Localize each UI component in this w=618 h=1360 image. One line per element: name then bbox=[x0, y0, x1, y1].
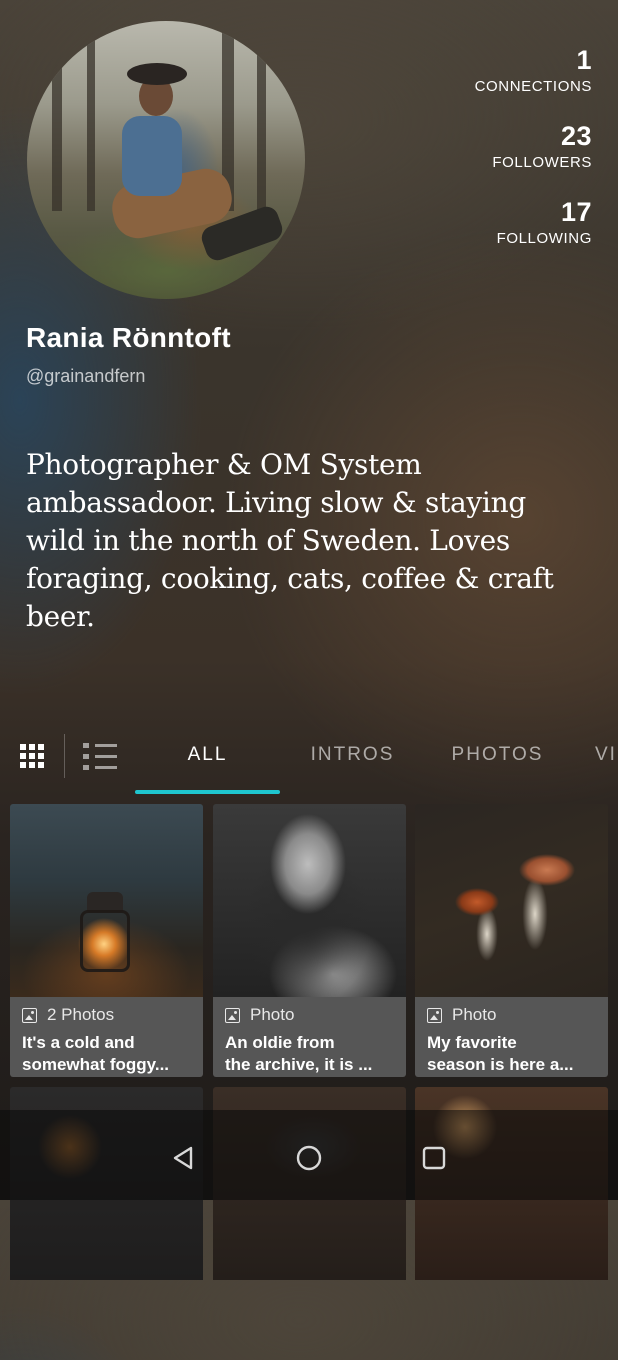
stat-label: FOLLOWERS bbox=[492, 154, 592, 171]
avatar-tree bbox=[87, 21, 95, 211]
stat-value: 1 bbox=[576, 45, 592, 75]
profile-name: Rania Rönntoft bbox=[26, 322, 231, 353]
home-circle-icon bbox=[296, 1145, 322, 1171]
photo-icon bbox=[427, 1007, 442, 1023]
tab-intros[interactable]: INTROS bbox=[290, 728, 415, 784]
post-image bbox=[415, 804, 608, 997]
stat-value: 17 bbox=[560, 197, 592, 227]
back-button[interactable] bbox=[165, 1140, 201, 1176]
post-info: Photo An oldie from the archive, it is .… bbox=[213, 997, 406, 1077]
grid-icon bbox=[20, 744, 44, 768]
post-type-label: Photo bbox=[452, 1005, 497, 1024]
toggle-divider bbox=[64, 734, 65, 778]
stat-label: FOLLOWING bbox=[496, 230, 592, 247]
back-triangle-icon bbox=[173, 1146, 193, 1170]
tab-videos[interactable]: VI bbox=[595, 728, 618, 784]
avatar-tree bbox=[52, 21, 62, 211]
profile-bio: Photographer & OM System ambassadoor. Li… bbox=[26, 448, 554, 633]
post-info: 2 Photos It's a cold and somewhat foggy.… bbox=[10, 997, 203, 1077]
post-card[interactable]: Photo An oldie from the archive, it is .… bbox=[213, 804, 406, 1077]
avatar-figure bbox=[122, 116, 182, 196]
post-type-label: 2 Photos bbox=[47, 1005, 115, 1024]
lantern-shape bbox=[80, 910, 130, 972]
post-meta: Photo bbox=[225, 1005, 396, 1025]
post-caption: An oldie from the archive, it is ... bbox=[225, 1033, 373, 1074]
stat-label: CONNECTIONS bbox=[474, 78, 592, 95]
list-view-toggle[interactable] bbox=[70, 728, 130, 784]
content-tabbar: ALL INTROS PHOTOS VI bbox=[0, 728, 618, 796]
post-image bbox=[10, 804, 203, 997]
post-card[interactable]: 2 Photos It's a cold and somewhat foggy.… bbox=[10, 804, 203, 1077]
post-meta: Photo bbox=[427, 1005, 598, 1025]
photo-icon bbox=[225, 1007, 240, 1023]
recents-square-icon bbox=[422, 1146, 446, 1170]
list-icon bbox=[83, 742, 117, 770]
avatar-tree bbox=[257, 21, 266, 211]
avatar-figure bbox=[127, 63, 187, 85]
recents-button[interactable] bbox=[416, 1140, 452, 1176]
stat-value: 23 bbox=[560, 121, 592, 151]
post-type-label: Photo bbox=[250, 1005, 295, 1024]
grid-view-toggle[interactable] bbox=[2, 728, 62, 784]
stat-following[interactable]: 17 FOLLOWING bbox=[475, 196, 592, 250]
post-info: Photo My favorite season is here a... bbox=[415, 997, 608, 1077]
post-image bbox=[213, 804, 406, 997]
post-card[interactable]: Photo My favorite season is here a... bbox=[415, 804, 608, 1077]
post-caption: My favorite season is here a... bbox=[427, 1033, 574, 1074]
system-navbar bbox=[0, 1110, 618, 1200]
tab-all[interactable]: ALL bbox=[135, 728, 280, 784]
home-button[interactable] bbox=[291, 1140, 327, 1176]
profile-stats: 1 CONNECTIONS 23 FOLLOWERS 17 FOLLOWING bbox=[475, 44, 592, 272]
active-tab-indicator bbox=[135, 790, 280, 794]
post-caption: It's a cold and somewhat foggy... bbox=[22, 1033, 170, 1074]
profile-avatar[interactable] bbox=[27, 21, 305, 299]
photo-icon bbox=[22, 1007, 37, 1023]
profile-handle: @grainandfern bbox=[26, 366, 146, 386]
post-meta: 2 Photos bbox=[22, 1005, 193, 1025]
tab-photos[interactable]: PHOTOS bbox=[430, 728, 565, 784]
stat-connections[interactable]: 1 CONNECTIONS bbox=[475, 44, 592, 98]
lantern-shape bbox=[87, 892, 123, 912]
stat-followers[interactable]: 23 FOLLOWERS bbox=[475, 120, 592, 174]
